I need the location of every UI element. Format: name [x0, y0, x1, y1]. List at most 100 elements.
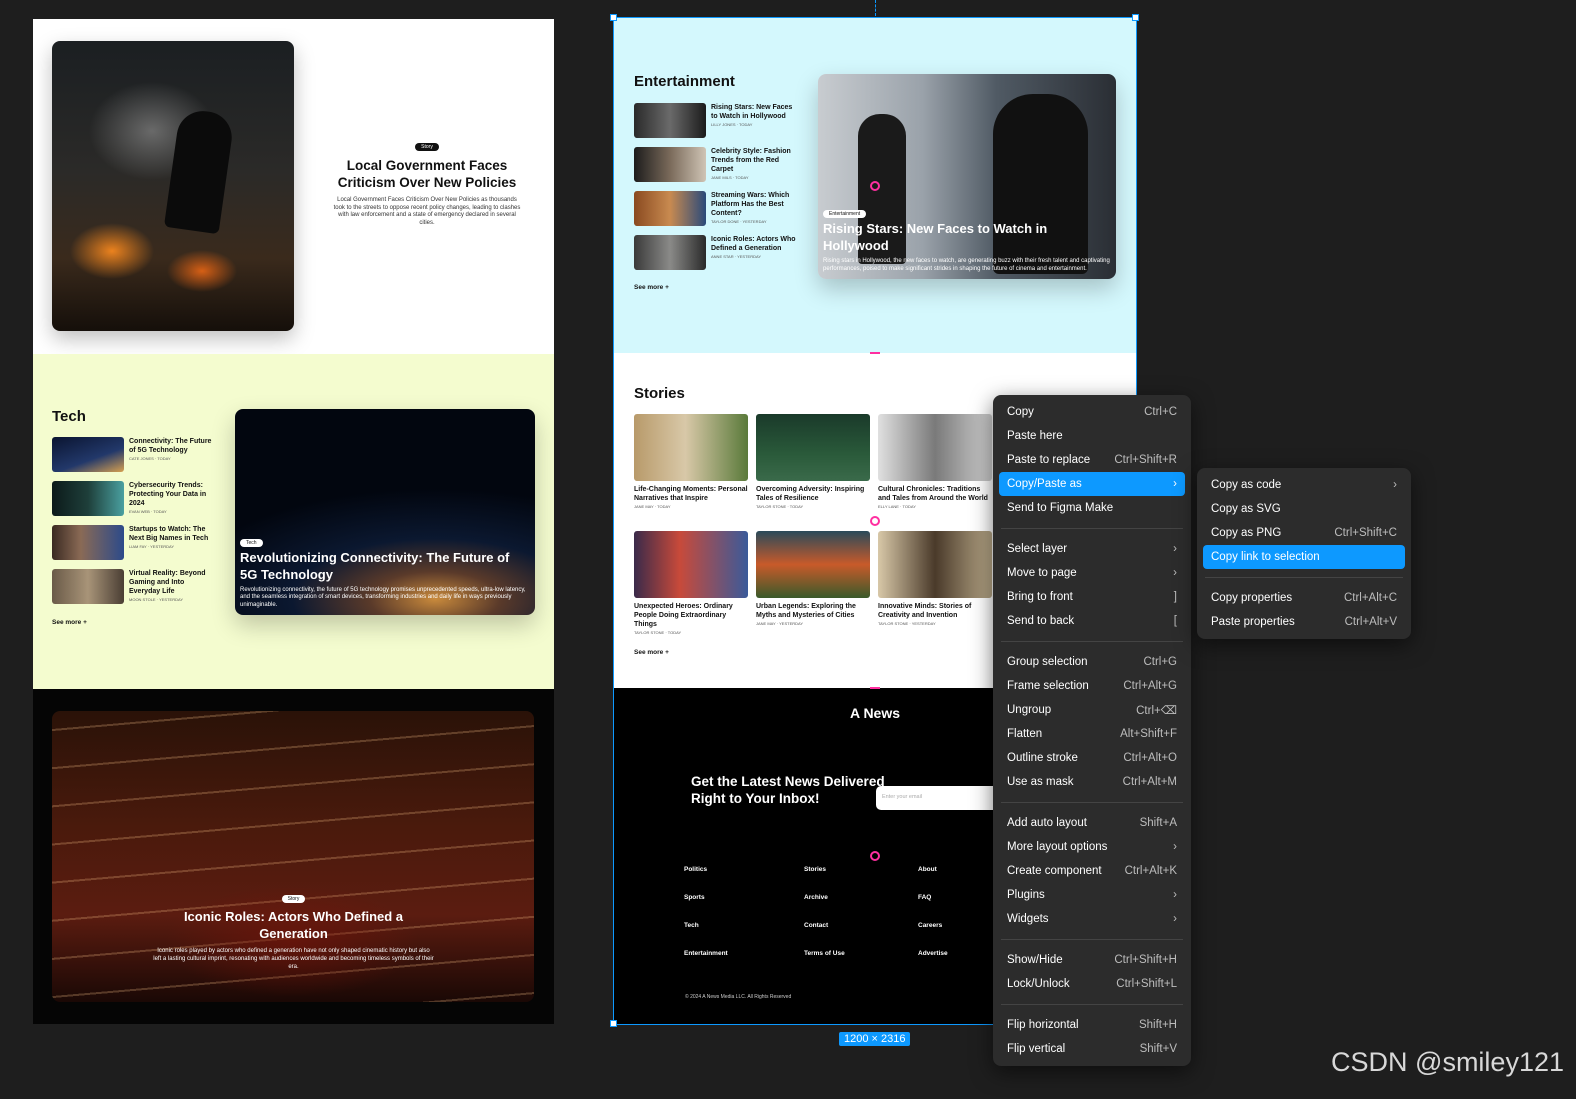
menu-separator: [1205, 577, 1403, 578]
opera-title: Iconic Roles: Actors Who Defined a Gener…: [183, 909, 404, 941]
story-card[interactable]: Cultural Chronicles: Traditions and Tale…: [878, 414, 992, 509]
submenu-item-copy-properties[interactable]: Copy properties Ctrl+Alt+C: [1203, 586, 1405, 610]
footer-link[interactable]: Sports: [684, 894, 728, 922]
menu-item-lock-unlock[interactable]: Lock/Unlock Ctrl+Shift+L: [999, 972, 1185, 996]
resize-handle-top-right[interactable]: [1132, 14, 1139, 21]
submenu-item-copy-as-png[interactable]: Copy as PNG Ctrl+Shift+C: [1203, 521, 1405, 545]
menu-item-send-to-figma-make[interactable]: Send to Figma Make: [999, 496, 1185, 520]
menu-item-frame-selection[interactable]: Frame selection Ctrl+Alt+G: [999, 674, 1185, 698]
footer-link[interactable]: Tech: [684, 922, 728, 950]
resize-handle-bottom-left[interactable]: [610, 1020, 617, 1027]
list-item[interactable]: Connectivity: The Future of 5G Technolog…: [52, 437, 212, 481]
menu-item-move-to-page[interactable]: Move to page ›: [999, 561, 1185, 585]
footer-link[interactable]: Stories: [804, 866, 845, 894]
footer-link[interactable]: Advertise: [918, 950, 948, 978]
list-thumb: [634, 147, 706, 182]
menu-item-label: Ungroup: [1007, 704, 1052, 716]
story-card[interactable]: Overcoming Adversity: Inspiring Tales of…: [756, 414, 870, 509]
menu-item-bring-to-front[interactable]: Bring to front]: [999, 585, 1185, 609]
list-item[interactable]: Celebrity Style: Fashion Trends from the…: [634, 147, 799, 191]
feature-title: Rising Stars: New Faces to Watch in Holl…: [823, 221, 1048, 253]
list-item[interactable]: Virtual Reality: Beyond Gaming and Into …: [52, 569, 212, 613]
menu-item-label: Add auto layout: [1007, 817, 1087, 829]
list-item[interactable]: Startups to Watch: The Next Big Names in…: [52, 525, 212, 569]
tech-feature-card[interactable]: Tech Revolutionizing Connectivity: The F…: [235, 409, 535, 615]
story-card[interactable]: Life-Changing Moments: Personal Narrativ…: [634, 414, 748, 509]
footer-col-2: Stories Archive Contact Terms of Use: [804, 866, 845, 978]
menu-item-plugins[interactable]: Plugins ›: [999, 883, 1185, 907]
story-title: Overcoming Adversity: Inspiring Tales of…: [756, 486, 865, 502]
story-card[interactable]: Unexpected Heroes: Ordinary People Doing…: [634, 531, 748, 635]
menu-item-shortcut: Shift+H: [1138, 1019, 1177, 1031]
menu-item-outline-stroke[interactable]: Outline stroke Ctrl+Alt+O: [999, 746, 1185, 770]
menu-item-use-as-mask[interactable]: Use as mask Ctrl+Alt+M: [999, 770, 1185, 794]
menu-item-label: Bring to front: [1007, 591, 1073, 603]
menu-item-send-to-back[interactable]: Send to back [: [999, 609, 1185, 633]
story-image: [878, 531, 992, 598]
menu-item-label: Show/Hide: [1007, 954, 1063, 966]
list-item-title: Iconic Roles: Actors Who Defined a Gener…: [711, 236, 796, 252]
menu-separator: [1001, 641, 1183, 642]
list-item-meta: JANE MILS · TODAY: [711, 175, 749, 180]
story-meta: TAYLOR STONE · TODAY: [634, 630, 682, 635]
menu-item-shortcut: Ctrl+Shift+R: [1114, 454, 1177, 466]
list-item[interactable]: Cybersecurity Trends: Protecting Your Da…: [52, 481, 212, 525]
opera-section: Story Iconic Roles: Actors Who Defined a…: [33, 689, 554, 1024]
footer-link[interactable]: Careers: [918, 922, 948, 950]
story-meta: ELLY LANE · TODAY: [878, 504, 916, 509]
submenu-item-paste-properties[interactable]: Paste properties Ctrl+Alt+V: [1203, 610, 1405, 634]
menu-item-label: Widgets: [1007, 913, 1049, 925]
left-canvas-frame[interactable]: Story Local Government Faces Criticism O…: [33, 19, 554, 1024]
menu-item-label: Create component: [1007, 865, 1102, 877]
list-thumb: [52, 525, 124, 560]
chevron-right-icon: ›: [1173, 478, 1177, 490]
menu-item-widgets[interactable]: Widgets ›: [999, 907, 1185, 931]
submenu-item-copy-as-code[interactable]: Copy as code ›: [1203, 473, 1405, 497]
footer-link[interactable]: Contact: [804, 922, 845, 950]
menu-item-shortcut: Ctrl+Shift+L: [1116, 978, 1177, 990]
menu-item-copy-paste-as[interactable]: Copy/Paste as ›: [999, 472, 1185, 496]
menu-item-paste-to-replace[interactable]: Paste to replace Ctrl+Shift+R: [999, 448, 1185, 472]
menu-item-shortcut: Ctrl+Shift+H: [1114, 954, 1177, 966]
submenu-item-copy-link-to-selection[interactable]: Copy link to selection: [1203, 545, 1405, 569]
menu-item-select-layer[interactable]: Select layer ›: [999, 537, 1185, 561]
list-thumb: [52, 481, 124, 516]
resize-handle-top-left[interactable]: [610, 14, 617, 21]
footer-link[interactable]: FAQ: [918, 894, 948, 922]
see-more-link[interactable]: See more +: [634, 649, 669, 656]
menu-item-shortcut: Ctrl+Alt+K: [1124, 865, 1177, 877]
list-item[interactable]: Streaming Wars: Which Platform Has the B…: [634, 191, 799, 235]
gradient-handle[interactable]: [870, 181, 880, 191]
story-card[interactable]: Innovative Minds: Stories of Creativity …: [878, 531, 992, 626]
footer-link[interactable]: Entertainment: [684, 950, 728, 978]
footer-link[interactable]: About: [918, 866, 948, 894]
menu-item-flatten[interactable]: Flatten Alt+Shift+F: [999, 722, 1185, 746]
list-item[interactable]: Iconic Roles: Actors Who Defined a Gener…: [634, 235, 799, 279]
menu-item-create-component[interactable]: Create component Ctrl+Alt+K: [999, 859, 1185, 883]
list-item[interactable]: Rising Stars: New Faces to Watch in Holl…: [634, 103, 799, 147]
menu-item-show-hide[interactable]: Show/Hide Ctrl+Shift+H: [999, 948, 1185, 972]
gradient-handle[interactable]: [870, 851, 880, 861]
menu-item-copy[interactable]: Copy Ctrl+C: [999, 400, 1185, 424]
entertainment-feature-card[interactable]: Entertainment Rising Stars: New Faces to…: [818, 74, 1116, 279]
list-item-meta: LIAM FAY · YESTERDAY: [129, 544, 175, 549]
menu-item-more-layout-options[interactable]: More layout options ›: [999, 835, 1185, 859]
gradient-handle[interactable]: [870, 516, 880, 526]
submenu-item-copy-as-svg[interactable]: Copy as SVG: [1203, 497, 1405, 521]
see-more-link[interactable]: See more +: [52, 619, 87, 626]
footer-link[interactable]: Politics: [684, 866, 728, 894]
menu-item-add-auto-layout[interactable]: Add auto layout Shift+A: [999, 811, 1185, 835]
story-meta: JANE MAY · YESTERDAY: [756, 621, 804, 626]
chevron-right-icon: ›: [1173, 889, 1177, 901]
footer-link[interactable]: Terms of Use: [804, 950, 845, 978]
menu-item-label: Copy properties: [1211, 592, 1293, 604]
story-meta: TAYLOR STONE · TODAY: [756, 504, 804, 509]
menu-item-ungroup[interactable]: Ungroup Ctrl+⌫: [999, 698, 1185, 722]
menu-item-flip-vertical[interactable]: Flip vertical Shift+V: [999, 1037, 1185, 1061]
menu-item-paste-here[interactable]: Paste here: [999, 424, 1185, 448]
footer-link[interactable]: Archive: [804, 894, 845, 922]
see-more-link[interactable]: See more +: [634, 284, 669, 291]
story-card[interactable]: Urban Legends: Exploring the Myths and M…: [756, 531, 870, 626]
menu-item-group-selection[interactable]: Group selection Ctrl+G: [999, 650, 1185, 674]
menu-item-flip-horizontal[interactable]: Flip horizontal Shift+H: [999, 1013, 1185, 1037]
